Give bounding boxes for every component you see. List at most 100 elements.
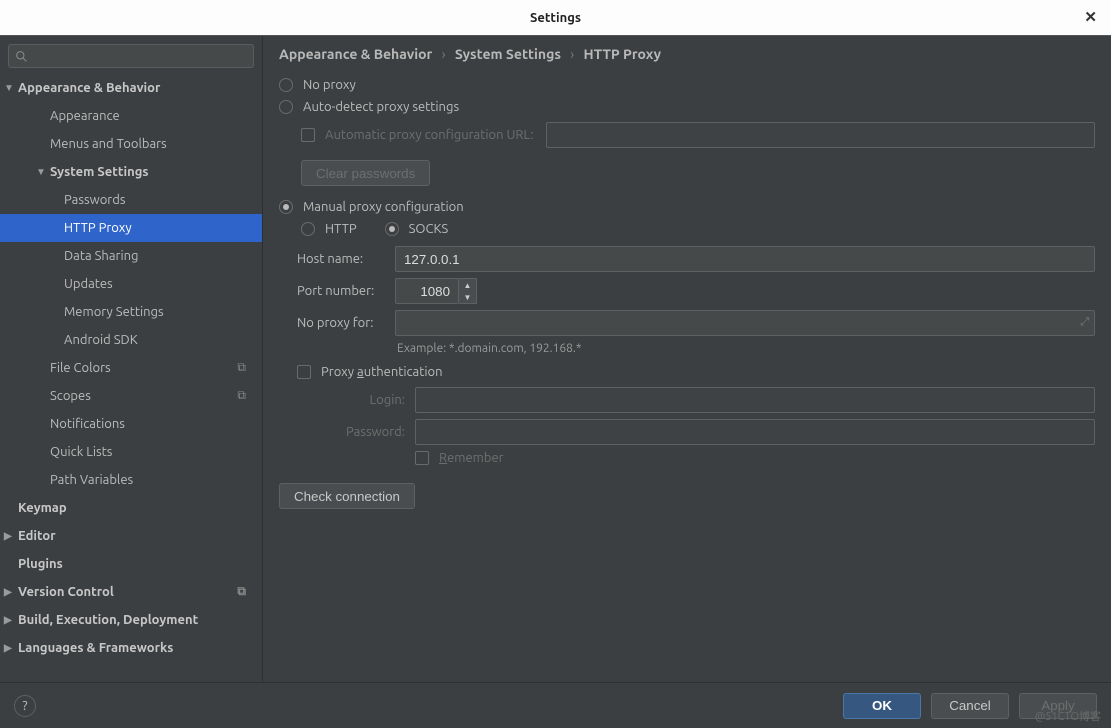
sidebar-item-editor[interactable]: ▶Editor (0, 522, 262, 550)
chevron-right-icon: › (570, 46, 574, 62)
chevron-down-icon: ▼ (36, 166, 46, 178)
port-input[interactable] (395, 278, 459, 304)
sidebar-item-path-variables[interactable]: Path Variables (0, 466, 262, 494)
sidebar-item-quick-lists[interactable]: Quick Lists (0, 438, 262, 466)
host-label: Host name: (297, 252, 395, 266)
sidebar: ▼ Appearance & Behavior Appearance Menus an… (0, 36, 263, 682)
clear-passwords-button[interactable]: Clear passwords (301, 160, 430, 186)
settings-tree: ▼ Appearance & Behavior Appearance Menus an… (0, 74, 262, 682)
sidebar-item-label: File Colors (50, 361, 111, 375)
radio-icon (385, 222, 399, 236)
check-connection-button[interactable]: Check connection (279, 483, 415, 509)
spinner-up-icon[interactable]: ▲ (459, 279, 476, 291)
spinner-down-icon[interactable]: ▼ (459, 291, 476, 303)
chevron-right-icon: ▶ (4, 530, 14, 542)
password-label: Password: (317, 425, 415, 439)
host-input[interactable] (395, 246, 1095, 272)
sidebar-item-http-proxy[interactable]: HTTP Proxy (0, 214, 262, 242)
sidebar-item-label: Version Control (18, 585, 114, 599)
sidebar-item-plugins[interactable]: Plugins (0, 550, 262, 578)
watermark: @51CTO博客 (1035, 708, 1101, 724)
login-input[interactable] (415, 387, 1095, 413)
breadcrumb-2: HTTP Proxy (584, 46, 661, 62)
sidebar-item-label: Build, Execution, Deployment (18, 613, 198, 627)
sidebar-item-build-execution-deployment[interactable]: ▶Build, Execution, Deployment (0, 606, 262, 634)
auto-url-input[interactable] (546, 122, 1095, 148)
protocol-row: HTTP SOCKS (301, 222, 1095, 236)
radio-icon (279, 200, 293, 214)
password-input[interactable] (415, 419, 1095, 445)
sidebar-item-label: Passwords (64, 193, 125, 207)
auto-detect-option[interactable]: Auto-detect proxy settings (279, 100, 1095, 114)
ok-button[interactable]: OK (843, 693, 921, 719)
no-proxy-option[interactable]: No proxy (279, 78, 1095, 92)
sidebar-item-languages-frameworks[interactable]: ▶Languages & Frameworks (0, 634, 262, 662)
content-panel: Appearance & Behavior › System Settings … (263, 36, 1111, 682)
spinner-buttons[interactable]: ▲▼ (459, 278, 477, 304)
http-label: HTTP (325, 222, 357, 236)
sidebar-item-label: Menus and Toolbars (50, 137, 167, 151)
close-icon[interactable]: ✕ (1084, 8, 1097, 26)
breadcrumb-0[interactable]: Appearance & Behavior (279, 46, 432, 62)
sidebar-item-file-colors[interactable]: File Colors⧉ (0, 354, 262, 382)
sidebar-item-notifications[interactable]: Notifications (0, 410, 262, 438)
chevron-right-icon: ▶ (4, 586, 14, 598)
sidebar-item-label: Updates (64, 277, 113, 291)
sidebar-item-label: Keymap (18, 501, 67, 515)
sidebar-item-label: Notifications (50, 417, 125, 431)
manual-proxy-option[interactable]: Manual proxy configuration (279, 200, 1095, 214)
sidebar-item-version-control[interactable]: ▶Version Control⧉ (0, 578, 262, 606)
sidebar-item-menus-and-toolbars[interactable]: Menus and Toolbars (0, 130, 262, 158)
sidebar-item-memory-settings[interactable]: Memory Settings (0, 298, 262, 326)
search-input[interactable] (8, 44, 254, 68)
sidebar-item-label: Appearance & Behavior (18, 81, 160, 95)
radio-icon (279, 100, 293, 114)
titlebar: Settings ✕ (0, 0, 1111, 35)
sidebar-item-updates[interactable]: Updates (0, 270, 262, 298)
sidebar-item-label: Data Sharing (64, 249, 139, 263)
sidebar-item-keymap[interactable]: Keymap (0, 494, 262, 522)
breadcrumb-1[interactable]: System Settings (455, 46, 561, 62)
footer: ? OK Cancel Apply (0, 682, 1111, 728)
chevron-right-icon: › (442, 46, 446, 62)
sidebar-item-label: Plugins (18, 557, 63, 571)
sidebar-item-passwords[interactable]: Passwords (0, 186, 262, 214)
checkbox-icon[interactable] (301, 128, 315, 142)
proxy-auth-label: Proxy authentication (321, 365, 443, 379)
noproxyfor-input[interactable] (395, 310, 1095, 336)
port-spinner[interactable]: ▲▼ (395, 278, 477, 304)
host-row: Host name: (297, 246, 1095, 272)
expand-icon[interactable]: ⤢ (1080, 316, 1089, 329)
auto-detect-label: Auto-detect proxy settings (303, 100, 459, 114)
no-proxy-label: No proxy (303, 78, 356, 92)
sidebar-item-appearance-behavior[interactable]: ▼ Appearance & Behavior (0, 74, 262, 102)
socks-option[interactable]: SOCKS (385, 222, 449, 236)
search-icon (15, 50, 28, 63)
help-button[interactable]: ? (14, 695, 36, 717)
sidebar-item-label: Android SDK (64, 333, 138, 347)
auto-url-label: Automatic proxy configuration URL: (325, 128, 534, 142)
chevron-down-icon: ▼ (4, 82, 14, 94)
port-row: Port number: ▲▼ (297, 278, 1095, 304)
sidebar-item-scopes[interactable]: Scopes⧉ (0, 382, 262, 410)
radio-icon (301, 222, 315, 236)
sidebar-item-appearance[interactable]: Appearance (0, 102, 262, 130)
proxy-auth-row[interactable]: Proxy authentication (297, 365, 1095, 379)
cancel-button[interactable]: Cancel (931, 693, 1009, 719)
sidebar-item-system-settings[interactable]: ▼ System Settings (0, 158, 262, 186)
sidebar-item-data-sharing[interactable]: Data Sharing (0, 242, 262, 270)
noproxyfor-row: No proxy for: ⤢ (297, 310, 1095, 336)
http-option[interactable]: HTTP (301, 222, 357, 236)
chevron-right-icon: ▶ (4, 642, 14, 654)
password-row: Password: (317, 419, 1095, 445)
radio-icon (279, 78, 293, 92)
remember-label: Remember (439, 451, 504, 465)
login-row: Login: (317, 387, 1095, 413)
sidebar-item-android-sdk[interactable]: Android SDK (0, 326, 262, 354)
remember-row[interactable]: Remember (415, 451, 1095, 465)
checkbox-icon (297, 365, 311, 379)
example-text: Example: *.domain.com, 192.168.* (397, 342, 1095, 355)
sidebar-item-label: System Settings (50, 165, 149, 179)
noproxyfor-label: No proxy for: (297, 316, 395, 330)
socks-label: SOCKS (409, 222, 449, 236)
